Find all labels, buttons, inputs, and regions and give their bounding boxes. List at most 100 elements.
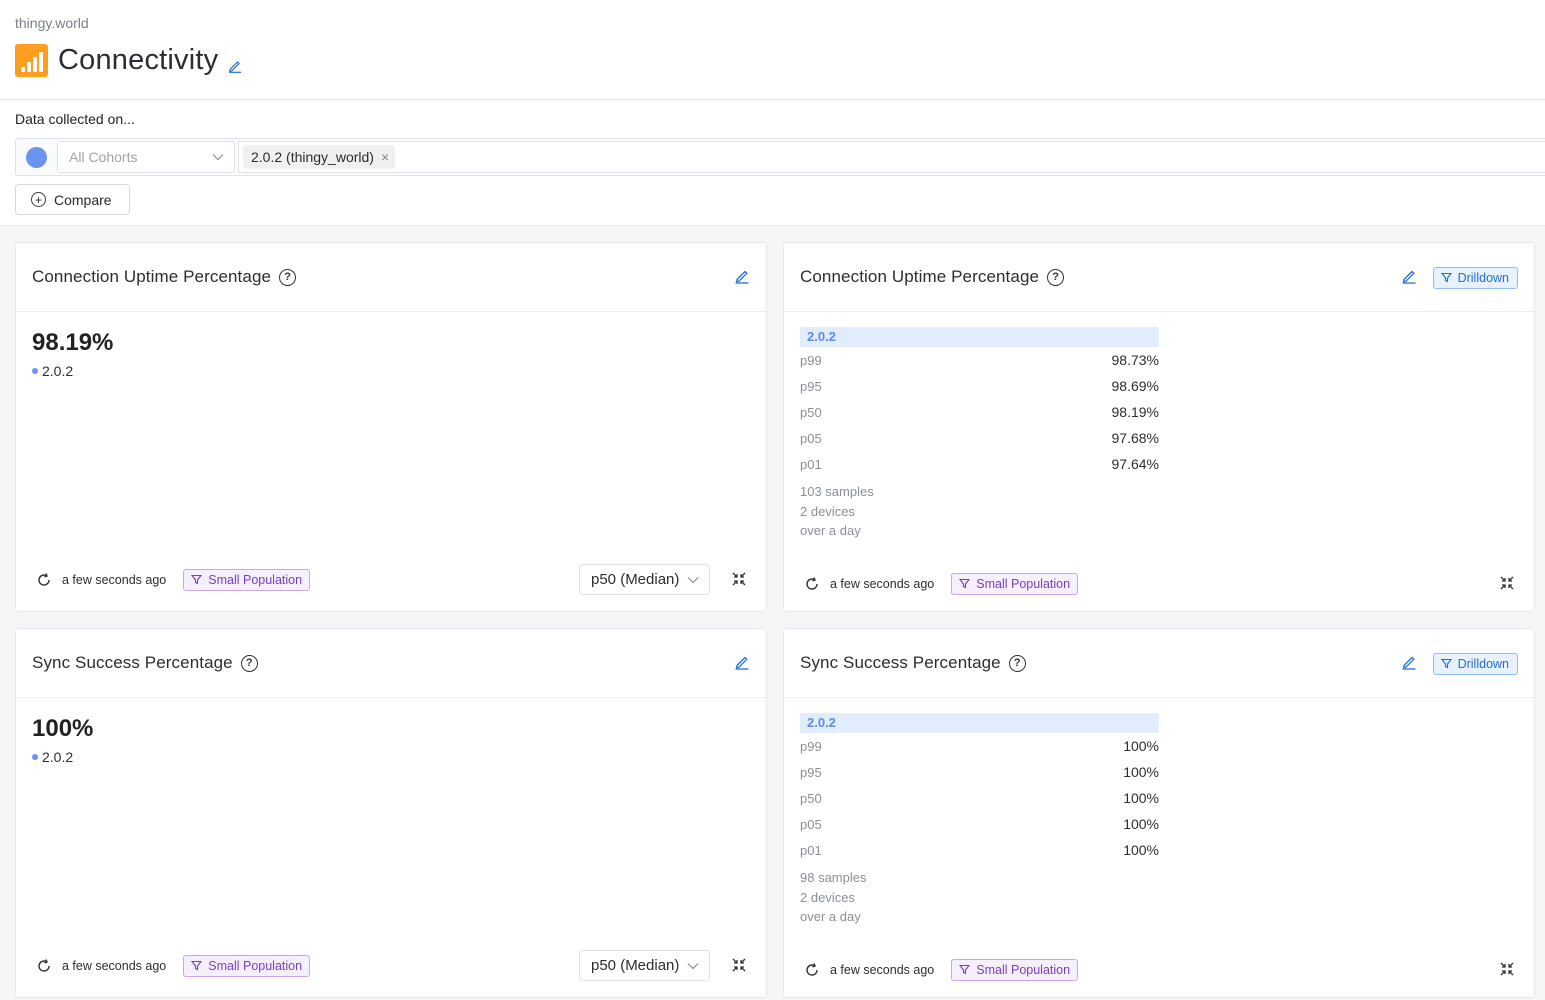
page-header: thingy.world Connectivity Data collected…: [0, 0, 1545, 226]
percentile-value: 97.64%: [1111, 456, 1159, 472]
help-icon[interactable]: ?: [240, 654, 258, 672]
percentile-row: p50 100%: [800, 785, 1159, 811]
aggregation-select[interactable]: p50 (Median): [579, 564, 710, 595]
updated-time: a few seconds ago: [62, 572, 167, 587]
filter-icon: [1440, 272, 1452, 283]
sample-count: 98 samples: [800, 870, 867, 885]
card-title: Connection Uptime Percentage: [800, 267, 1040, 286]
expand-icon[interactable]: [732, 958, 746, 972]
cohort-filter-bar: All Cohorts 2.0.2 (thingy_world) ×: [15, 138, 1545, 176]
small-population-badge[interactable]: Small Population: [183, 954, 311, 977]
edit-icon[interactable]: [734, 268, 750, 287]
title-row: Connectivity: [15, 44, 242, 77]
sample-meta: 98 samples 2 devices over a day: [800, 868, 1159, 927]
percentile-key: p50: [800, 790, 822, 806]
version-tag: 2.0.2 (thingy_world) ×: [243, 145, 396, 169]
percentile-row: p95 100%: [800, 759, 1159, 785]
small-population-badge[interactable]: Small Population: [183, 568, 311, 591]
help-icon[interactable]: ?: [1047, 268, 1065, 286]
percentile-table: 2.0.2 p99 100% p95 100% p50 100% p05 100% p0…: [800, 713, 1159, 927]
card-header: Sync Success Percentage ?: [16, 629, 766, 698]
aggregation-value: p50 (Median): [591, 571, 680, 588]
filter-icon: [191, 574, 203, 585]
percentile-value: 98.19%: [1111, 404, 1159, 420]
percentile-value: 100%: [1123, 738, 1159, 754]
percentile-value: 100%: [1123, 764, 1159, 780]
updated-time: a few seconds ago: [830, 962, 935, 977]
small-population-badge[interactable]: Small Population: [951, 572, 1079, 595]
filter-icon: [959, 964, 971, 975]
card-actions: Drilldown: [1401, 243, 1518, 312]
percentile-key: p99: [800, 738, 822, 754]
metric-card-sync-success-percentiles: Sync Success Percentage ? Drilldown 2.0.…: [783, 628, 1535, 998]
refresh-icon[interactable]: [804, 576, 820, 592]
cohort-select-placeholder: All Cohorts: [69, 149, 138, 165]
metric-card-connection-uptime-percentiles: Connection Uptime Percentage ? Drilldown…: [783, 242, 1535, 612]
chevron-down-icon: [687, 962, 699, 969]
version-tags-input[interactable]: 2.0.2 (thingy_world) ×: [238, 141, 1545, 173]
series-label: 2.0.2: [42, 749, 74, 765]
percentile-key: p01: [800, 456, 822, 472]
percentile-row: p05 100%: [800, 811, 1159, 837]
metric-card-connection-uptime: Connection Uptime Percentage ? 98.19% 2.…: [15, 242, 767, 612]
breadcrumb[interactable]: thingy.world: [15, 15, 89, 31]
card-title: Connection Uptime Percentage: [32, 267, 272, 286]
edit-title-icon[interactable]: [228, 59, 242, 73]
card-header: Sync Success Percentage ? Drilldown: [784, 629, 1534, 698]
percentile-key: p95: [800, 764, 822, 780]
drilldown-button[interactable]: Drilldown: [1432, 652, 1518, 675]
time-period: over a day: [800, 909, 861, 924]
series-label: 2.0.2: [42, 363, 74, 379]
card-header: Connection Uptime Percentage ?: [16, 243, 766, 312]
percentile-row: p95 98.69%: [800, 373, 1159, 399]
help-icon[interactable]: ?: [279, 268, 297, 286]
percentile-group-header: 2.0.2: [800, 327, 1159, 347]
updated-time: a few seconds ago: [830, 576, 935, 591]
remove-tag-icon[interactable]: ×: [381, 149, 389, 165]
badge-label: Small Population: [976, 962, 1071, 977]
percentile-row: p01 100%: [800, 837, 1159, 863]
percentile-key: p05: [800, 816, 822, 832]
percentile-key: p01: [800, 842, 822, 858]
aggregation-select[interactable]: p50 (Median): [579, 950, 710, 981]
chevron-down-icon: [687, 576, 699, 583]
refresh-icon[interactable]: [804, 962, 820, 978]
edit-icon[interactable]: [1401, 654, 1417, 673]
badge-label: Small Population: [208, 958, 303, 973]
cohort-color-dot[interactable]: [26, 146, 47, 168]
small-population-badge[interactable]: Small Population: [951, 958, 1079, 981]
expand-icon[interactable]: [732, 572, 746, 586]
plus-circle-icon: +: [31, 192, 46, 207]
refresh-icon[interactable]: [36, 958, 52, 974]
series-legend: 2.0.2: [32, 749, 73, 765]
card-header: Connection Uptime Percentage ? Drilldown: [784, 243, 1534, 312]
sample-count: 103 samples: [800, 484, 874, 499]
percentile-value: 100%: [1123, 816, 1159, 832]
edit-icon[interactable]: [1401, 268, 1417, 287]
compare-button[interactable]: + Compare: [15, 184, 130, 215]
filter-icon: [191, 960, 203, 971]
metric-value: 98.19%: [32, 329, 114, 356]
drilldown-button[interactable]: Drilldown: [1432, 266, 1518, 289]
expand-icon[interactable]: [1500, 576, 1514, 590]
edit-icon[interactable]: [734, 654, 750, 673]
card-actions: [734, 629, 750, 698]
percentile-key: p05: [800, 430, 822, 446]
series-legend: 2.0.2: [32, 363, 73, 379]
percentile-row: p50 98.19%: [800, 399, 1159, 425]
percentile-key: p50: [800, 404, 822, 420]
card-actions: Drilldown: [1401, 629, 1518, 698]
card-footer: a few seconds ago Small Population: [804, 568, 1514, 599]
percentile-row: p99 98.73%: [800, 347, 1159, 373]
percentile-key: p95: [800, 378, 822, 394]
updated-time: a few seconds ago: [62, 958, 167, 973]
cohort-select[interactable]: All Cohorts: [57, 141, 235, 173]
version-tag-label: 2.0.2 (thingy_world): [251, 149, 374, 165]
refresh-icon[interactable]: [36, 572, 52, 588]
expand-icon[interactable]: [1500, 962, 1514, 976]
drilldown-label: Drilldown: [1457, 656, 1509, 671]
header-divider: [0, 99, 1545, 100]
percentile-value: 98.69%: [1111, 378, 1159, 394]
help-icon[interactable]: ?: [1008, 654, 1026, 672]
series-dot: [32, 368, 38, 374]
